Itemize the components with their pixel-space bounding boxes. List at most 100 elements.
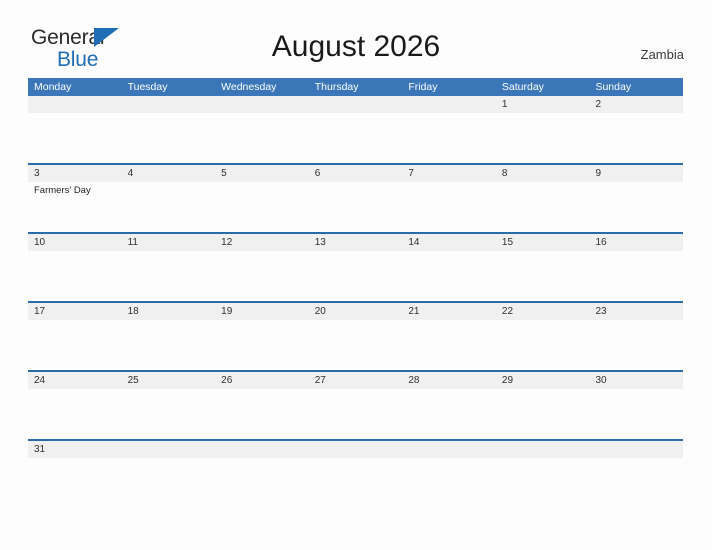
day-number[interactable]: 11 bbox=[122, 234, 216, 251]
day-number[interactable] bbox=[309, 96, 403, 113]
day-cell[interactable] bbox=[589, 458, 683, 508]
day-cell[interactable] bbox=[215, 389, 309, 439]
day-number[interactable]: 10 bbox=[28, 234, 122, 251]
day-number[interactable]: 6 bbox=[309, 165, 403, 182]
day-number[interactable]: 13 bbox=[309, 234, 403, 251]
week-row: 10 11 12 13 14 15 16 bbox=[28, 232, 683, 301]
day-cell[interactable] bbox=[122, 182, 216, 232]
day-cell[interactable] bbox=[402, 251, 496, 301]
day-number[interactable]: 2 bbox=[589, 96, 683, 113]
day-number[interactable]: 30 bbox=[589, 372, 683, 389]
day-number[interactable] bbox=[402, 96, 496, 113]
day-number[interactable] bbox=[309, 441, 403, 458]
day-number[interactable]: 16 bbox=[589, 234, 683, 251]
day-cell[interactable] bbox=[215, 251, 309, 301]
day-cell[interactable] bbox=[309, 182, 403, 232]
day-cell[interactable] bbox=[589, 320, 683, 370]
day-number[interactable]: 1 bbox=[496, 96, 590, 113]
day-cell[interactable] bbox=[28, 389, 122, 439]
day-cell[interactable] bbox=[28, 113, 122, 163]
day-number[interactable] bbox=[402, 441, 496, 458]
day-number[interactable]: 21 bbox=[402, 303, 496, 320]
day-cell[interactable] bbox=[496, 182, 590, 232]
day-number[interactable]: 26 bbox=[215, 372, 309, 389]
week-event-band: Farmers' Day bbox=[28, 182, 683, 232]
week-daynumber-band: 10 11 12 13 14 15 16 bbox=[28, 234, 683, 251]
day-cell[interactable] bbox=[122, 113, 216, 163]
day-cell[interactable] bbox=[589, 113, 683, 163]
day-cell[interactable] bbox=[496, 389, 590, 439]
weekday-header-saturday: Saturday bbox=[501, 81, 544, 93]
week-daynumber-band: 3 4 5 6 7 8 9 bbox=[28, 165, 683, 182]
day-number[interactable]: 20 bbox=[309, 303, 403, 320]
day-cell[interactable] bbox=[28, 251, 122, 301]
day-cell[interactable] bbox=[215, 458, 309, 508]
day-cell[interactable] bbox=[122, 320, 216, 370]
day-cell[interactable] bbox=[402, 113, 496, 163]
day-number[interactable] bbox=[28, 96, 122, 113]
day-number[interactable]: 18 bbox=[122, 303, 216, 320]
day-cell[interactable]: Farmers' Day bbox=[28, 182, 122, 232]
day-number[interactable]: 22 bbox=[496, 303, 590, 320]
day-cell[interactable] bbox=[589, 389, 683, 439]
day-cell[interactable] bbox=[402, 389, 496, 439]
day-number[interactable]: 4 bbox=[122, 165, 216, 182]
day-cell[interactable] bbox=[309, 251, 403, 301]
day-number[interactable] bbox=[122, 96, 216, 113]
day-cell[interactable] bbox=[309, 389, 403, 439]
week-event-band bbox=[28, 389, 683, 439]
day-number[interactable] bbox=[215, 441, 309, 458]
day-number[interactable]: 15 bbox=[496, 234, 590, 251]
day-number[interactable]: 31 bbox=[28, 441, 122, 458]
calendar-grid: Monday Tuesday Wednesday Thursday Friday… bbox=[28, 78, 683, 508]
day-cell[interactable] bbox=[122, 458, 216, 508]
day-cell[interactable] bbox=[309, 113, 403, 163]
day-cell[interactable] bbox=[496, 320, 590, 370]
day-number[interactable]: 5 bbox=[215, 165, 309, 182]
day-number[interactable]: 8 bbox=[496, 165, 590, 182]
week-row: 3 4 5 6 7 8 9 Farmers' Day bbox=[28, 163, 683, 232]
day-cell[interactable] bbox=[589, 182, 683, 232]
weekday-header-row: Monday Tuesday Wednesday Thursday Friday… bbox=[28, 78, 683, 96]
day-number[interactable]: 7 bbox=[402, 165, 496, 182]
day-number[interactable]: 23 bbox=[589, 303, 683, 320]
day-cell[interactable] bbox=[496, 458, 590, 508]
day-number[interactable] bbox=[122, 441, 216, 458]
day-number[interactable]: 24 bbox=[28, 372, 122, 389]
day-cell[interactable] bbox=[215, 113, 309, 163]
day-cell[interactable] bbox=[309, 458, 403, 508]
day-number[interactable]: 17 bbox=[28, 303, 122, 320]
day-cell[interactable] bbox=[496, 113, 590, 163]
day-cell[interactable] bbox=[309, 320, 403, 370]
day-number[interactable]: 29 bbox=[496, 372, 590, 389]
week-daynumber-band: 17 18 19 20 21 22 23 bbox=[28, 303, 683, 320]
day-cell[interactable] bbox=[402, 320, 496, 370]
day-cell[interactable] bbox=[122, 251, 216, 301]
day-number[interactable]: 25 bbox=[122, 372, 216, 389]
day-cell[interactable] bbox=[28, 458, 122, 508]
day-number[interactable]: 12 bbox=[215, 234, 309, 251]
day-number[interactable] bbox=[589, 441, 683, 458]
day-cell[interactable] bbox=[589, 251, 683, 301]
day-cell[interactable] bbox=[215, 320, 309, 370]
day-number[interactable] bbox=[496, 441, 590, 458]
day-cell[interactable] bbox=[28, 320, 122, 370]
day-cell[interactable] bbox=[402, 458, 496, 508]
day-number[interactable]: 19 bbox=[215, 303, 309, 320]
region-label: Zambia bbox=[640, 47, 684, 62]
logo-top-row: General bbox=[31, 27, 141, 49]
day-number[interactable]: 14 bbox=[402, 234, 496, 251]
logo-text-blue: Blue bbox=[57, 48, 99, 71]
day-number[interactable]: 3 bbox=[28, 165, 122, 182]
day-cell[interactable] bbox=[402, 182, 496, 232]
day-number[interactable] bbox=[215, 96, 309, 113]
day-number[interactable]: 28 bbox=[402, 372, 496, 389]
day-cell[interactable] bbox=[215, 182, 309, 232]
day-cell[interactable] bbox=[122, 389, 216, 439]
day-number[interactable]: 27 bbox=[309, 372, 403, 389]
day-cell[interactable] bbox=[496, 251, 590, 301]
day-event: Farmers' Day bbox=[34, 185, 91, 196]
week-row: 24 25 26 27 28 29 30 bbox=[28, 370, 683, 439]
day-number[interactable]: 9 bbox=[589, 165, 683, 182]
generalblue-logo[interactable]: General Blue bbox=[31, 27, 141, 71]
